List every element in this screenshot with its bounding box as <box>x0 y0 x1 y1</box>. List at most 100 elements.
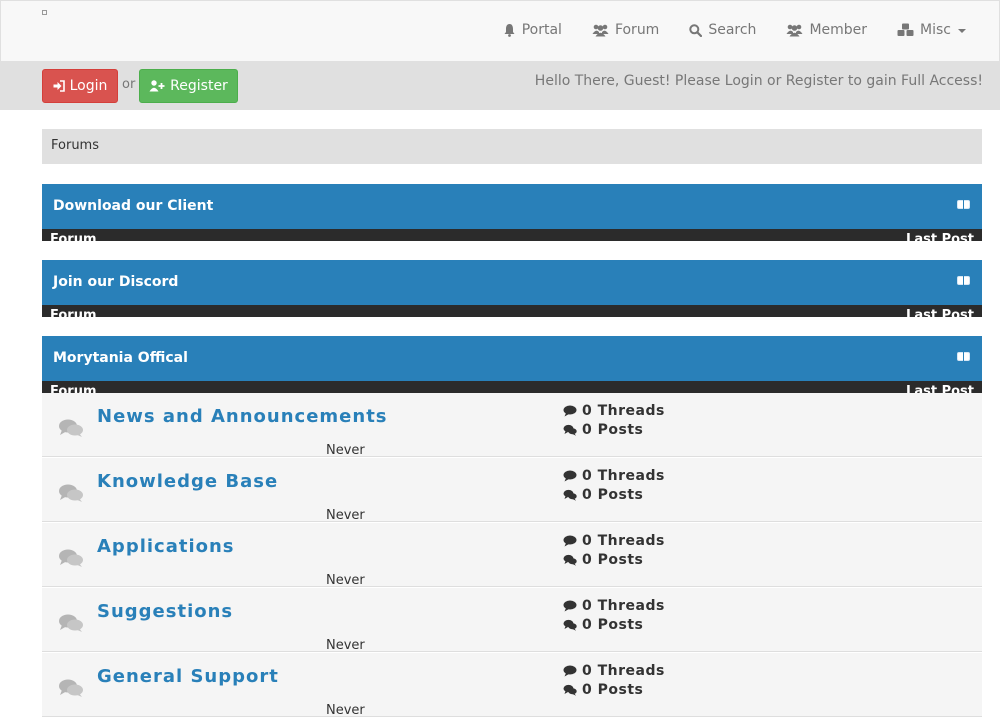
register-label: Register <box>170 78 228 94</box>
post-count-text: 0 Posts <box>582 682 644 698</box>
category-column-header: Forum Last Post <box>42 305 982 317</box>
forum-row: General Support 0 Threads 0 Posts Never <box>42 653 982 718</box>
category-join-discord: Join our Discord Forum Last Post <box>42 260 982 317</box>
nav-item-label: Member <box>809 22 868 38</box>
post-count-text: 0 Posts <box>582 487 644 503</box>
cubes-icon <box>897 23 914 36</box>
category-header: Download our Client <box>42 184 982 229</box>
category-column-header: Forum Last Post <box>42 381 982 393</box>
category-header: Join our Discord <box>42 260 982 305</box>
post-count-text: 0 Posts <box>582 552 644 568</box>
column-forum-label: Forum <box>50 232 97 241</box>
forum-row: Applications 0 Threads 0 Posts Never <box>42 523 982 588</box>
comments-icon <box>59 679 83 697</box>
nav-item-label: Misc <box>920 22 951 38</box>
last-post-text: Never <box>326 703 365 718</box>
forum-row: Knowledge Base 0 Threads 0 Posts Never <box>42 458 982 523</box>
thread-count-text: 0 Threads <box>582 403 665 419</box>
thread-count: 0 Threads <box>563 403 665 419</box>
nav-item-label: Search <box>708 22 757 38</box>
collapse-icon[interactable] <box>957 352 970 361</box>
column-lastpost-label: Last Post <box>906 232 974 241</box>
nav-item-misc-dropdown[interactable]: Misc <box>897 22 966 38</box>
post-count: 0 Posts <box>563 487 643 503</box>
breadcrumb: Forums <box>42 129 982 164</box>
nav-item-label: Portal <box>521 22 562 38</box>
last-post-text: Never <box>326 443 365 458</box>
post-count: 0 Posts <box>563 552 643 568</box>
nav-item-forum[interactable]: Forum <box>592 22 659 38</box>
or-separator: or <box>122 77 136 92</box>
forum-title-link[interactable]: General Support <box>97 666 279 687</box>
login-button[interactable]: Login <box>42 69 118 103</box>
user-plus-icon <box>149 80 165 92</box>
thread-count-text: 0 Threads <box>582 598 665 614</box>
nav-item-member[interactable]: Member <box>786 22 867 38</box>
comments-icon <box>59 419 83 437</box>
user-bar: Login or Register Hello There, Guest! Pl… <box>0 62 1000 110</box>
comment-icon <box>563 470 577 482</box>
nav-item-label: Forum <box>614 22 660 38</box>
category-title[interactable]: Download our Client <box>53 198 213 214</box>
comments-icon <box>563 489 577 501</box>
thread-count-text: 0 Threads <box>582 663 665 679</box>
logo-image[interactable] <box>42 10 47 15</box>
last-post-text: Never <box>326 508 365 523</box>
forum-title-link[interactable]: Applications <box>97 536 235 557</box>
collapse-icon[interactable] <box>957 276 970 285</box>
breadcrumb-item-forums[interactable]: Forums <box>51 138 99 153</box>
comments-icon <box>563 619 577 631</box>
category-download-client: Download our Client Forum Last Post <box>42 184 982 241</box>
post-count-text: 0 Posts <box>582 422 644 438</box>
sign-in-icon <box>53 80 65 92</box>
comments-icon <box>563 684 577 696</box>
forum-row: News and Announcements 0 Threads 0 Posts… <box>42 393 982 458</box>
post-count: 0 Posts <box>563 617 643 633</box>
nav-item-search[interactable]: Search <box>689 22 756 38</box>
category-title[interactable]: Morytania Offical <box>53 350 188 366</box>
last-post-text: Never <box>326 638 365 653</box>
category-header: Morytania Offical <box>42 336 982 381</box>
nav-item-portal[interactable]: Portal <box>503 22 562 38</box>
login-label: Login <box>69 78 108 94</box>
forum-title-link[interactable]: Knowledge Base <box>97 471 278 492</box>
comments-icon <box>563 554 577 566</box>
comments-icon <box>59 549 83 567</box>
thread-count: 0 Threads <box>563 663 665 679</box>
thread-count-text: 0 Threads <box>582 533 665 549</box>
column-forum-label: Forum <box>50 308 97 317</box>
post-count-text: 0 Posts <box>582 617 644 633</box>
nav-links: Portal Forum Search Member Misc <box>473 22 966 38</box>
last-post-text: Never <box>326 573 365 588</box>
post-count: 0 Posts <box>563 682 643 698</box>
thread-count-text: 0 Threads <box>582 468 665 484</box>
comments-icon <box>563 424 577 436</box>
category-title[interactable]: Join our Discord <box>53 274 178 290</box>
users-icon <box>786 24 803 36</box>
forum-row: Suggestions 0 Threads 0 Posts Never <box>42 588 982 653</box>
column-forum-label: Forum <box>50 384 97 393</box>
comment-icon <box>563 535 577 547</box>
forum-title-link[interactable]: News and Announcements <box>97 406 388 427</box>
category-morytania-offical: Morytania Offical Forum Last Post <box>42 336 982 393</box>
comment-icon <box>563 600 577 612</box>
comment-icon <box>563 405 577 417</box>
collapse-icon[interactable] <box>957 200 970 209</box>
column-lastpost-label: Last Post <box>906 384 974 393</box>
comments-icon <box>59 614 83 632</box>
register-button[interactable]: Register <box>139 69 238 103</box>
thread-count: 0 Threads <box>563 533 665 549</box>
top-navbar: Portal Forum Search Member Misc <box>0 0 1000 62</box>
post-count: 0 Posts <box>563 422 643 438</box>
welcome-message: Hello There, Guest! Please Login or Regi… <box>534 73 983 89</box>
category-column-header: Forum Last Post <box>42 229 982 241</box>
bell-icon <box>504 24 515 37</box>
comment-icon <box>563 665 577 677</box>
forum-title-link[interactable]: Suggestions <box>97 601 233 622</box>
thread-count: 0 Threads <box>563 598 665 614</box>
caret-down-icon <box>958 29 966 33</box>
search-icon <box>689 23 703 37</box>
comments-icon <box>59 484 83 502</box>
thread-count: 0 Threads <box>563 468 665 484</box>
users-icon <box>592 24 609 36</box>
